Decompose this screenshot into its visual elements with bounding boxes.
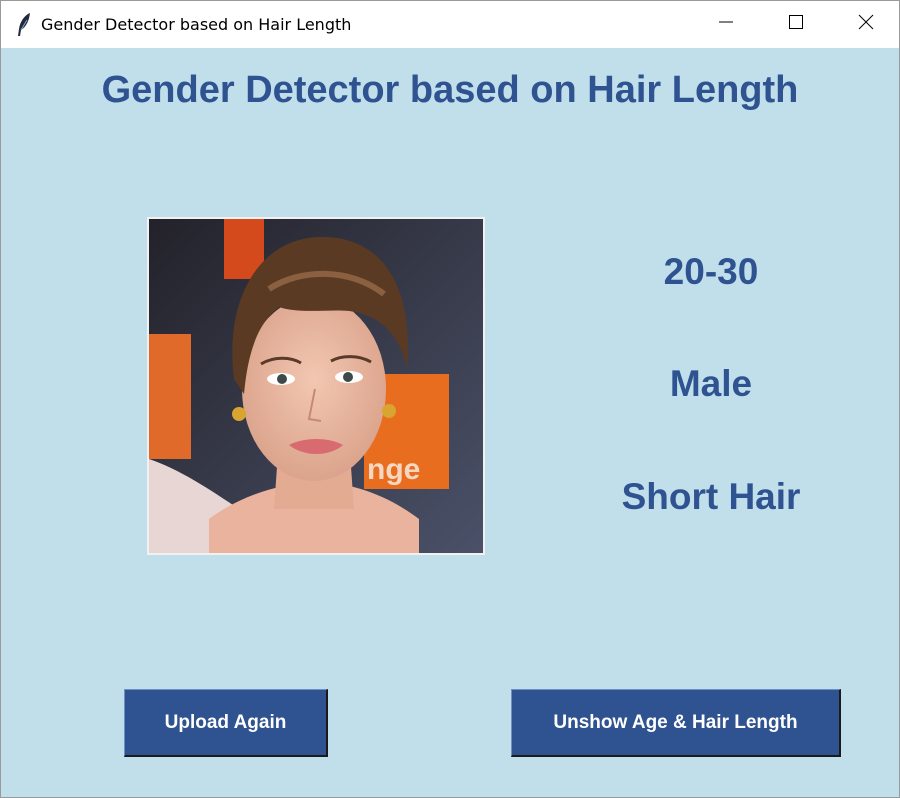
app-window: Gender Detector based on Hair Length Gen… bbox=[0, 0, 900, 798]
unshow-age-hair-button[interactable]: Unshow Age & Hair Length bbox=[511, 689, 841, 757]
hair-length-result: Short Hair bbox=[621, 476, 801, 517]
minimize-button[interactable] bbox=[691, 1, 761, 48]
upload-again-button[interactable]: Upload Again bbox=[124, 689, 328, 757]
gender-result: Male bbox=[669, 363, 753, 404]
uploaded-face-photo: nge bbox=[147, 217, 485, 555]
maximize-icon bbox=[788, 14, 804, 35]
close-button[interactable] bbox=[831, 1, 900, 48]
upload-again-label: Upload Again bbox=[164, 711, 287, 733]
feather-icon bbox=[15, 12, 33, 38]
maximize-button[interactable] bbox=[761, 1, 831, 48]
close-icon bbox=[858, 14, 874, 35]
minimize-icon bbox=[718, 14, 734, 35]
page-title: Gender Detector based on Hair Length bbox=[101, 69, 799, 111]
age-result: 20-30 bbox=[663, 251, 759, 292]
window-title: Gender Detector based on Hair Length bbox=[41, 15, 352, 34]
title-bar[interactable]: Gender Detector based on Hair Length bbox=[1, 1, 899, 48]
svg-text:nge: nge bbox=[367, 453, 420, 486]
unshow-age-hair-label: Unshow Age & Hair Length bbox=[553, 711, 798, 733]
